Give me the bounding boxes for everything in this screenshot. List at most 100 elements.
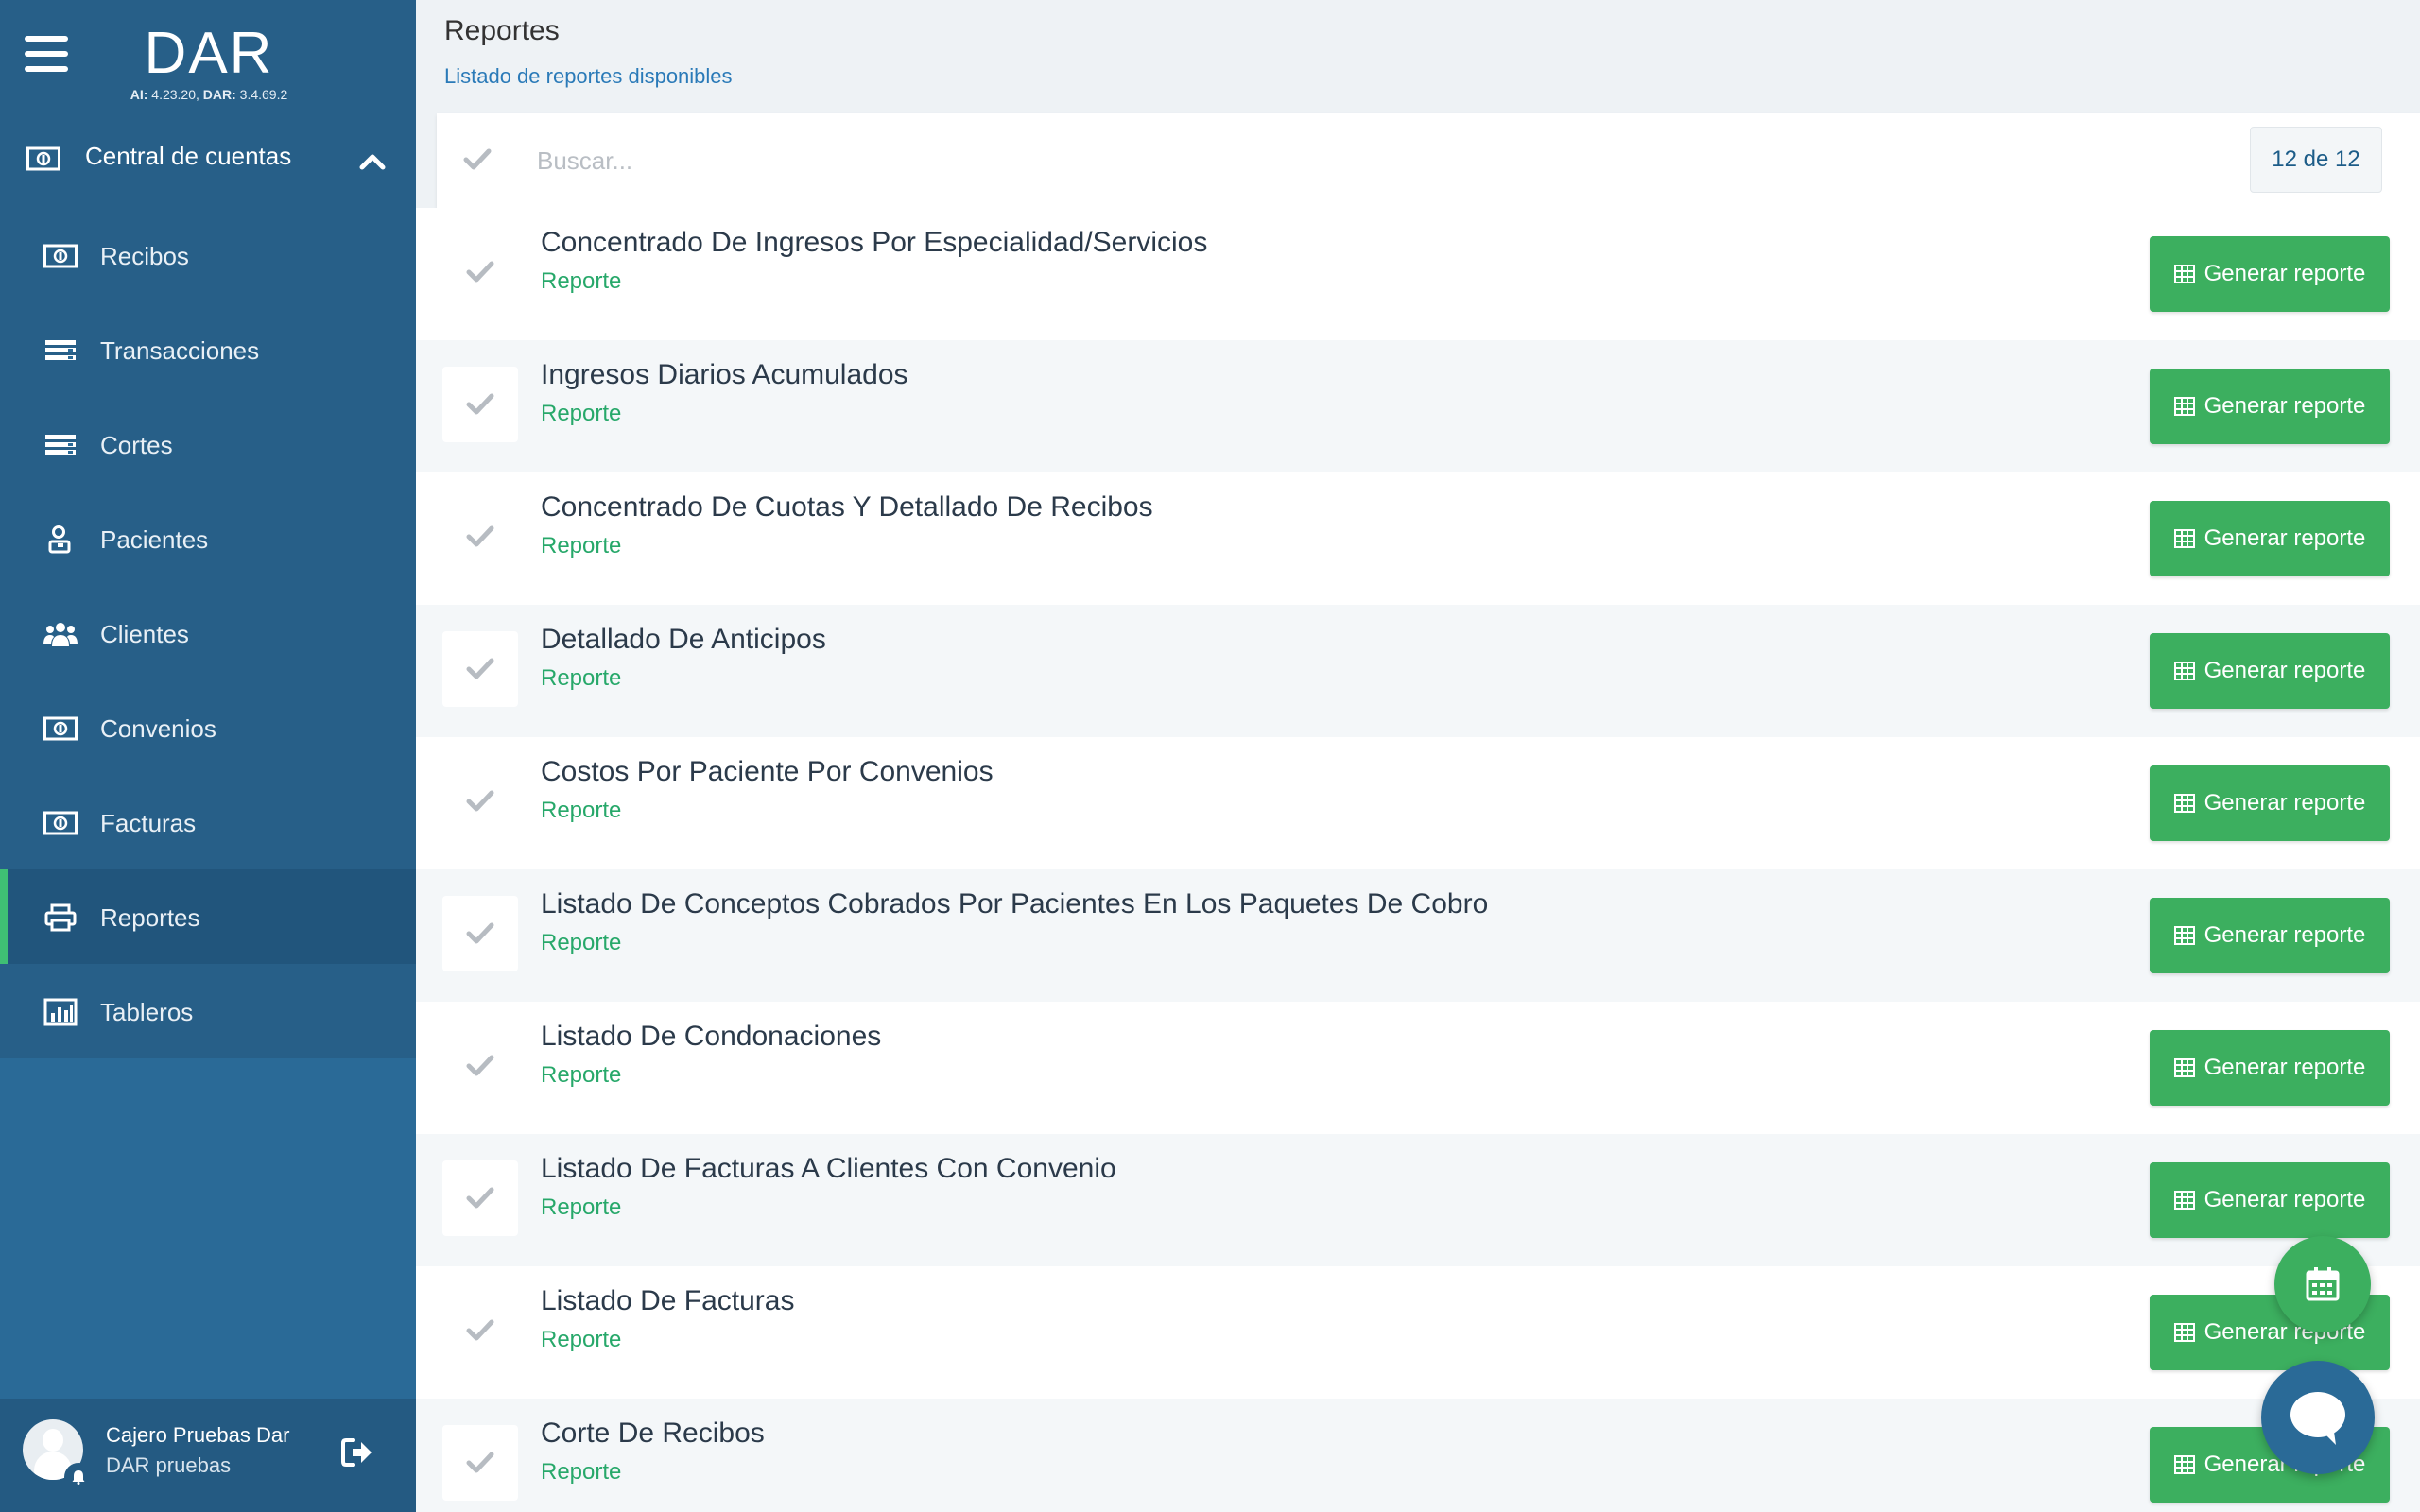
report-title: Corte De Recibos (541, 1418, 765, 1449)
user-name: Cajero Pruebas Dar (106, 1423, 290, 1447)
sidebar-item-label: Cortes (100, 431, 173, 459)
list-icon (45, 340, 76, 360)
table-icon (2173, 265, 2195, 284)
money-icon (43, 244, 78, 268)
logout-icon[interactable] (340, 1436, 374, 1469)
list-item: Concentrado De Ingresos Por Especialidad… (416, 208, 2420, 340)
row-checkbox[interactable] (442, 764, 518, 839)
user-subtitle: DAR pruebas (106, 1453, 232, 1477)
sidebar-item-convenios[interactable]: Convenios (0, 680, 416, 775)
check-icon (466, 261, 494, 283)
sidebar-item-label: Reportes (100, 903, 200, 932)
report-title: Costos Por Paciente Por Convenios (541, 756, 994, 787)
report-type: Reporte (541, 798, 622, 823)
report-title: Listado De Condonaciones (541, 1021, 882, 1052)
list-item: Listado De Conceptos Cobrados Por Pacien… (416, 869, 2420, 1002)
row-checkbox[interactable] (442, 1160, 518, 1236)
report-type: Reporte (541, 268, 622, 294)
search-input[interactable] (537, 134, 2049, 187)
users-icon (43, 623, 78, 646)
row-checkbox[interactable] (442, 234, 518, 310)
calendar-icon (2306, 1267, 2340, 1301)
check-icon (466, 1319, 494, 1341)
sidebar-item-label: Tableros (100, 998, 194, 1026)
bar-chart-icon (43, 998, 78, 1026)
list-item: Costos Por Paciente Por Convenios Report… (416, 737, 2420, 869)
row-checkbox[interactable] (442, 367, 518, 442)
report-type: Reporte (541, 665, 622, 691)
calendar-fab-button[interactable] (2274, 1236, 2371, 1332)
check-icon (466, 1055, 494, 1076)
version-info: AI: 4.23.20, DAR: 3.4.69.2 (130, 87, 288, 102)
generate-report-label: Generar reporte (2204, 393, 2366, 419)
sidebar-item-label: Clientes (100, 620, 189, 648)
check-icon (466, 525, 494, 547)
money-icon (26, 146, 60, 171)
sidebar-item-label: Transacciones (100, 336, 260, 365)
sidebar: DAR AI: 4.23.20, DAR: 3.4.69.2 Central d… (0, 0, 416, 1512)
generate-report-button[interactable]: Generar reporte (2150, 1030, 2390, 1106)
sidebar-header: DAR AI: 4.23.20, DAR: 3.4.69.2 (0, 0, 416, 104)
generate-report-button[interactable]: Generar reporte (2150, 236, 2390, 312)
table-icon (2173, 1191, 2195, 1210)
generate-report-label: Generar reporte (2204, 1187, 2366, 1212)
report-title: Ingresos Diarios Acumulados (541, 359, 908, 390)
print-icon (44, 903, 77, 932)
row-checkbox[interactable] (442, 631, 518, 707)
sidebar-item-tableros[interactable]: Tableros (0, 964, 416, 1058)
sidebar-item-reportes[interactable]: Reportes (0, 869, 416, 964)
sidebar-item-label: Facturas (100, 809, 197, 837)
generate-report-label: Generar reporte (2204, 525, 2366, 551)
sidebar-section-central-de-cuentas[interactable]: Central de cuentas (0, 104, 416, 208)
row-checkbox[interactable] (442, 1028, 518, 1104)
list-item: Listado De Facturas A Clientes Con Conve… (416, 1134, 2420, 1266)
report-type: Reporte (541, 1062, 622, 1088)
list-item: Listado De Facturas Reporte Generar repo… (416, 1266, 2420, 1399)
chevron-up-icon[interactable] (359, 153, 386, 170)
generate-report-button[interactable]: Generar reporte (2150, 765, 2390, 841)
row-checkbox[interactable] (442, 1425, 518, 1501)
check-icon[interactable] (463, 147, 492, 172)
generate-report-button[interactable]: Generar reporte (2150, 501, 2390, 576)
report-type: Reporte (541, 930, 622, 955)
user-panel: Cajero Pruebas Dar DAR pruebas (0, 1399, 416, 1512)
report-type: Reporte (541, 533, 622, 558)
table-icon (2173, 926, 2195, 945)
generate-report-button[interactable]: Generar reporte (2150, 369, 2390, 444)
list-item: Ingresos Diarios Acumulados Reporte Gene… (416, 340, 2420, 472)
sidebar-items: Recibos Transacciones Cortes Pacientes C… (0, 208, 416, 1058)
generate-report-label: Generar reporte (2204, 261, 2366, 286)
sidebar-item-label: Recibos (100, 242, 189, 270)
list-item: Corte De Recibos Reporte Generar reporte (416, 1399, 2420, 1512)
report-title: Listado De Facturas A Clientes Con Conve… (541, 1153, 1116, 1184)
sidebar-item-cortes[interactable]: Cortes (0, 397, 416, 491)
row-checkbox[interactable] (442, 1293, 518, 1368)
sidebar-item-facturas[interactable]: Facturas (0, 775, 416, 869)
generate-report-button[interactable]: Generar reporte (2150, 633, 2390, 709)
list-item: Concentrado De Cuotas Y Detallado De Rec… (416, 472, 2420, 605)
generate-report-button[interactable]: Generar reporte (2150, 1162, 2390, 1238)
row-checkbox[interactable] (442, 896, 518, 971)
menu-icon[interactable] (25, 36, 68, 72)
chat-fab-button[interactable] (2261, 1361, 2375, 1474)
list-icon (45, 435, 76, 455)
app-logo: DAR AI: 4.23.20, DAR: 3.4.69.2 (119, 21, 299, 103)
report-type: Reporte (541, 1327, 622, 1352)
bell-icon[interactable] (64, 1463, 93, 1491)
sidebar-item-pacientes[interactable]: Pacientes (0, 491, 416, 586)
page-title: Reportes (444, 15, 560, 46)
report-title: Concentrado De Ingresos Por Especialidad… (541, 227, 1208, 258)
table-icon (2173, 794, 2195, 813)
report-title: Listado De Facturas (541, 1285, 795, 1316)
generate-report-button[interactable]: Generar reporte (2150, 898, 2390, 973)
report-title: Listado De Conceptos Cobrados Por Pacien… (541, 888, 1489, 919)
table-icon (2173, 1323, 2195, 1342)
patient-icon (48, 525, 71, 554)
generate-report-label: Generar reporte (2204, 790, 2366, 816)
row-checkbox[interactable] (442, 499, 518, 575)
sidebar-item-transacciones[interactable]: Transacciones (0, 302, 416, 397)
sidebar-item-recibos[interactable]: Recibos (0, 208, 416, 302)
logo-text: DAR (144, 21, 274, 86)
check-icon (466, 658, 494, 679)
sidebar-item-clientes[interactable]: Clientes (0, 586, 416, 680)
